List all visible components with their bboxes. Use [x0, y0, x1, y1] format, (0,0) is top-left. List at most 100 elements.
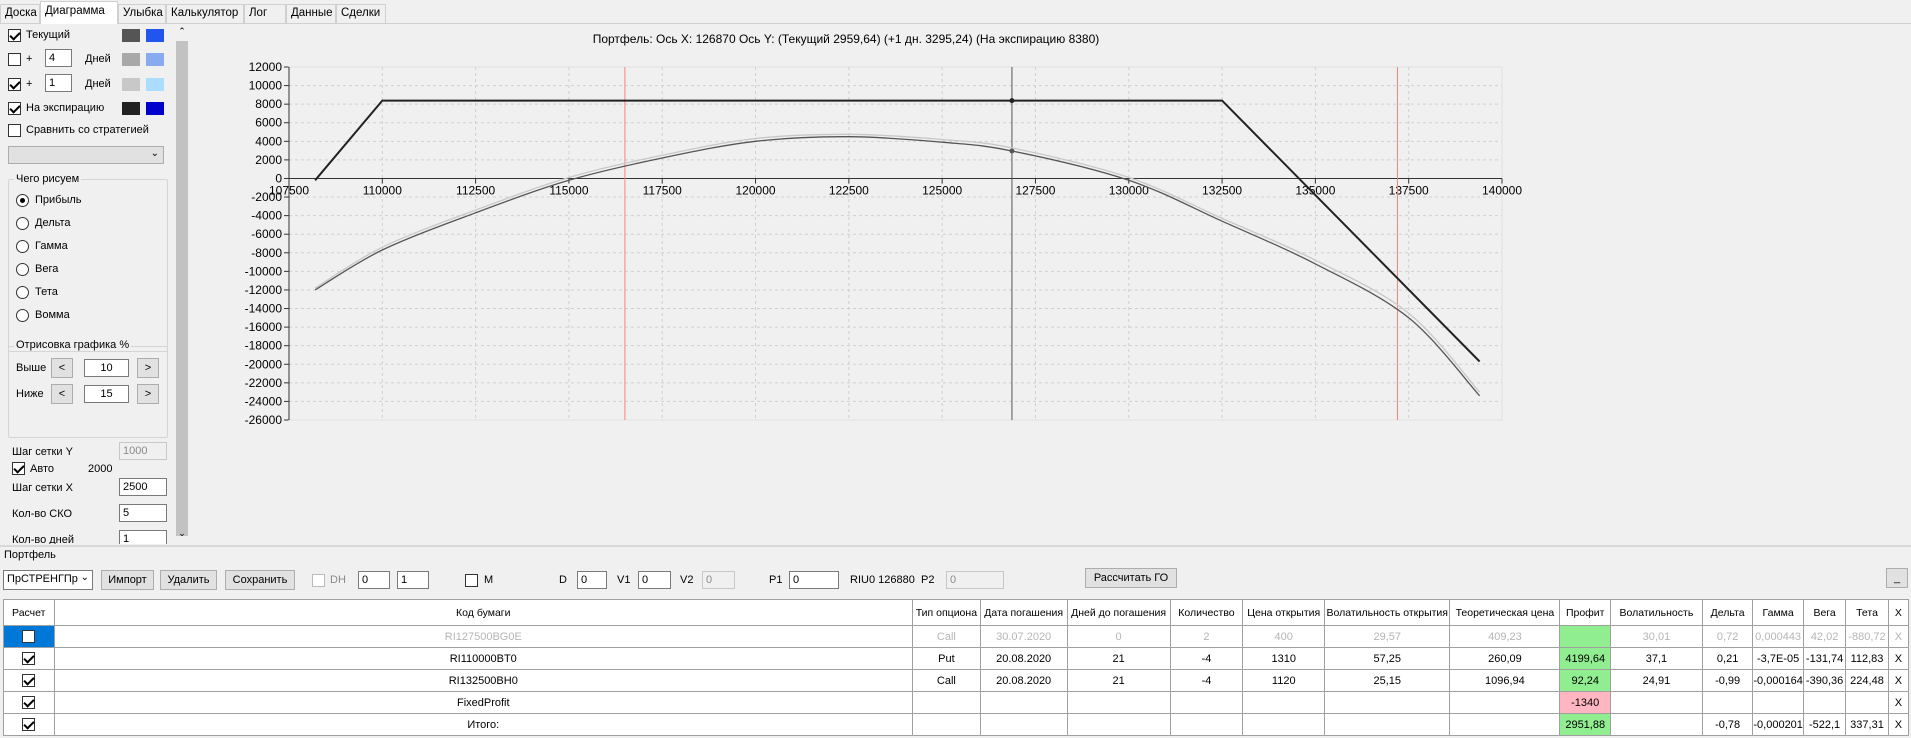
col-header[interactable]: Тета	[1845, 599, 1889, 626]
grid-y-input[interactable]	[119, 442, 167, 460]
settings-scrollbar[interactable]: ⌃ ⌄	[174, 24, 190, 544]
radio-vega[interactable]	[16, 263, 29, 276]
col-header[interactable]: Тип опциона	[912, 599, 981, 626]
days-2-color-2[interactable]	[146, 78, 164, 91]
m-checkbox[interactable]	[465, 574, 478, 587]
tab-log[interactable]: Лог	[244, 4, 286, 23]
days-2-color-1[interactable]	[122, 78, 140, 91]
tab-smile[interactable]: Улыбка	[118, 4, 166, 23]
radio-gamma[interactable]	[16, 240, 29, 253]
col-header[interactable]: X	[1887, 599, 1910, 626]
current-color-2[interactable]	[146, 29, 164, 42]
calc-checkbox[interactable]	[22, 718, 36, 731]
col-header[interactable]: Профит	[1559, 599, 1611, 626]
tab-data[interactable]: Данные	[286, 4, 336, 23]
profit-chart[interactable]: Портфель: Ось X: 126870 Ось Y: (Текущий …	[190, 24, 1911, 544]
col-header[interactable]: Количество	[1169, 599, 1244, 626]
below-input[interactable]	[84, 385, 129, 403]
calc-cell[interactable]	[3, 713, 55, 736]
days-2-input[interactable]	[45, 74, 72, 92]
auto-checkbox[interactable]	[12, 462, 25, 475]
riu-price: RIU0 126880	[850, 574, 915, 586]
plus-days-2-checkbox[interactable]	[8, 78, 21, 91]
portfolio-select[interactable]: ПрСТРЕНГПр ⌄	[3, 570, 93, 590]
p1-input[interactable]	[789, 571, 839, 589]
remove-row-button[interactable]: X	[1887, 713, 1910, 736]
col-header[interactable]: Расчет	[3, 599, 55, 626]
below-inc-button[interactable]: >	[137, 384, 159, 404]
below-dec-button[interactable]: <	[51, 384, 73, 404]
col-header[interactable]: Цена открытия	[1242, 599, 1326, 626]
days-1-color-1[interactable]	[122, 53, 140, 66]
current-color-1[interactable]	[122, 29, 140, 42]
calc-go-button[interactable]: Рассчитать ГО	[1085, 568, 1177, 588]
tab-deals[interactable]: Сделки	[336, 4, 386, 23]
col-header[interactable]: Волатильность открытия	[1324, 599, 1451, 626]
current-checkbox[interactable]	[8, 29, 21, 42]
days-1-input[interactable]	[45, 49, 72, 67]
expiration-color-1[interactable]	[122, 102, 140, 115]
v2-input[interactable]	[702, 571, 735, 589]
radio-delta[interactable]	[16, 217, 29, 230]
remove-row-button[interactable]: X	[1887, 669, 1910, 692]
above-dec-button[interactable]: <	[51, 358, 73, 378]
scroll-up-icon[interactable]: ⌃	[176, 26, 188, 38]
minimize-button[interactable]: _	[1886, 568, 1908, 588]
radio-profit[interactable]	[16, 194, 29, 207]
calc-checkbox[interactable]	[22, 696, 36, 709]
above-inc-button[interactable]: >	[137, 358, 159, 378]
dh-checkbox[interactable]	[312, 574, 325, 587]
dh-stepper-2[interactable]	[397, 571, 429, 589]
expiration-color-2[interactable]	[146, 102, 164, 115]
table-cell: Итого:	[53, 713, 914, 736]
col-header[interactable]: Гамма	[1752, 599, 1804, 626]
remove-row-button[interactable]: X	[1887, 691, 1910, 714]
radio-profit-label: Прибыль	[35, 194, 82, 206]
p2-input[interactable]	[946, 571, 1004, 589]
import-button[interactable]: Импорт	[101, 570, 154, 590]
calc-cell[interactable]	[3, 691, 55, 714]
scroll-thumb[interactable]	[176, 41, 188, 536]
calc-cell[interactable]	[3, 647, 55, 670]
remove-row-button[interactable]: X	[1887, 625, 1910, 648]
table-row[interactable]: Итого: 2951,88 -0,78 -0,000201 -522,1 337,31 X	[3, 713, 1910, 736]
tab-calculator[interactable]: Калькулятор	[166, 4, 244, 23]
compare-checkbox[interactable]	[8, 124, 21, 137]
dh-stepper-1[interactable]	[358, 571, 390, 589]
radio-theta[interactable]	[16, 286, 29, 299]
calc-checkbox[interactable]	[22, 674, 36, 687]
days-count-input[interactable]	[119, 530, 167, 544]
calc-checkbox[interactable]	[22, 630, 36, 643]
d-input[interactable]	[577, 571, 607, 589]
radio-vomma[interactable]	[16, 309, 29, 322]
expiration-checkbox[interactable]	[8, 102, 21, 115]
tab-diagram[interactable]: Диаграмма	[40, 1, 118, 24]
remove-row-button[interactable]: X	[1887, 647, 1910, 670]
table-row[interactable]: RI127500BG0E Call 30.07.2020 0 2 400 29,57 409,…	[3, 625, 1910, 648]
strategy-select[interactable]: ⌄	[8, 146, 164, 164]
col-header[interactable]: Теоретическая цена	[1449, 599, 1561, 626]
table-row[interactable]: FixedProfit -1340 X	[3, 691, 1910, 714]
col-header[interactable]: Дата погашения	[979, 599, 1068, 626]
col-header[interactable]: Волатильность	[1609, 599, 1703, 626]
delete-button[interactable]: Удалить	[160, 570, 217, 590]
col-header[interactable]: Дельта	[1701, 599, 1754, 626]
calc-cell[interactable]	[3, 669, 55, 692]
save-button[interactable]: Сохранить	[225, 570, 295, 590]
positions-table: Расчет Код бумаги Тип опциона Дата погаш…	[3, 599, 1910, 736]
days-1-color-2[interactable]	[146, 53, 164, 66]
above-input[interactable]	[84, 359, 129, 377]
col-header[interactable]: Вега	[1802, 599, 1847, 626]
sko-input[interactable]	[119, 504, 167, 522]
v1-input[interactable]	[638, 571, 671, 589]
grid-x-input[interactable]	[119, 478, 167, 496]
col-header[interactable]: Код бумаги	[53, 599, 914, 626]
tab-board[interactable]: Доска	[0, 4, 40, 23]
table-row[interactable]: RI132500BH0 Call 20.08.2020 21 -4 1120 25,15 10…	[3, 669, 1910, 692]
plus-days-1-checkbox[interactable]	[8, 53, 21, 66]
calc-cell[interactable]	[3, 625, 55, 648]
scroll-down-icon[interactable]: ⌄	[176, 528, 188, 540]
calc-checkbox[interactable]	[22, 652, 36, 665]
col-header[interactable]: Дней до погашения	[1066, 599, 1171, 626]
table-row[interactable]: RI110000BT0 Put 20.08.2020 21 -4 1310 57,25 260…	[3, 647, 1910, 670]
